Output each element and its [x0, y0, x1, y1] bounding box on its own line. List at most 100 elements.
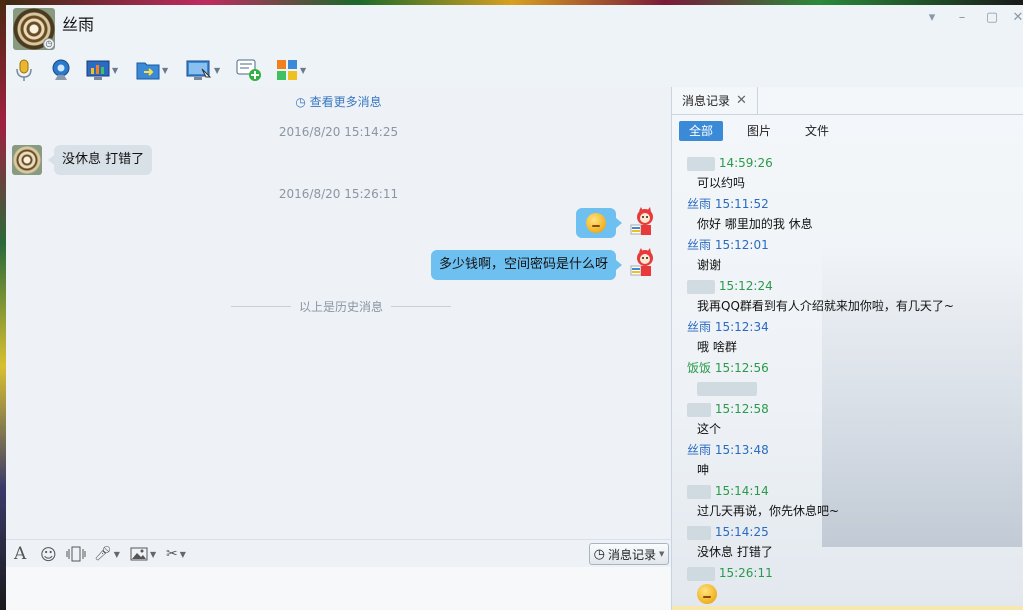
contact-name[interactable]: 丝雨 — [62, 11, 94, 35]
apps-grid-icon — [277, 60, 297, 80]
outgoing-message-bubble[interactable]: 多少钱啊，空间密码是什么呀 — [431, 250, 623, 280]
contact-avatar[interactable]: ◷ — [13, 8, 55, 50]
message-history-button[interactable]: ◷ 消息记录 ▼ — [589, 543, 669, 565]
send-file-button[interactable]: ▼ — [136, 57, 168, 83]
redacted-image — [697, 381, 757, 396]
video-call-button[interactable] — [50, 57, 72, 83]
history-entry-text: 谢谢 — [697, 258, 722, 272]
history-entry-text: 哦 啥群 — [697, 340, 737, 354]
send-image-button[interactable]: ▼ — [130, 544, 156, 564]
voice-call-button[interactable] — [14, 57, 34, 83]
divider-rule — [231, 306, 291, 307]
chat-pane[interactable]: ◷ 查看更多消息 2016/8/20 15:14:25 没休息 打错了 2016… — [6, 87, 672, 539]
screen-share-icon — [186, 60, 212, 80]
group-chat-button[interactable] — [236, 57, 262, 83]
chevron-down-icon[interactable]: ▼ — [214, 66, 220, 75]
my-avatar[interactable] — [628, 248, 658, 278]
chevron-down-icon[interactable]: ▼ — [150, 550, 156, 559]
sleepy-emoji-icon — [697, 583, 717, 604]
redacted-sender — [687, 402, 711, 417]
chevron-down-icon[interactable]: ▼ — [300, 66, 306, 75]
maximize-button[interactable]: ▢ — [983, 9, 1001, 27]
clock-icon: ◷ — [295, 95, 306, 109]
message-timestamp: 2016/8/20 15:26:11 — [278, 187, 399, 201]
microphone-icon: 🎤︎ — [94, 546, 112, 562]
history-divider: 以上是历史消息 — [231, 298, 452, 315]
chevron-down-icon[interactable]: ▼ — [180, 550, 186, 559]
chevron-down-icon[interactable]: ▼ — [114, 550, 120, 559]
history-entry-header: 15:12:24 — [672, 276, 1023, 296]
history-entry-header: 丝雨 15:11:52 — [687, 197, 769, 211]
chevron-down-icon[interactable]: ▾ — [923, 9, 941, 27]
history-entry-text: 你好 哪里加的我 休息 — [697, 217, 813, 231]
clock-icon: ◷ — [43, 38, 55, 50]
redacted-sender — [687, 484, 711, 499]
remote-assist-button[interactable]: ▼ — [86, 57, 118, 83]
smiley-icon: ☺ — [40, 544, 57, 564]
folder-icon — [136, 62, 160, 80]
chevron-down-icon[interactable]: ▼ — [162, 66, 168, 75]
cartoon-fox-avatar-icon — [630, 207, 653, 235]
apps-button[interactable]: ▼ — [276, 57, 306, 83]
history-entry-header: 饭饭 15:12:56 — [687, 361, 769, 375]
close-icon[interactable]: ✕ — [736, 93, 747, 108]
redacted-sender — [687, 525, 711, 540]
panel-bottom-strip — [672, 606, 1023, 610]
history-entry-text: 呻 — [697, 463, 710, 477]
history-filter-tabs: 全部 图片 文件 — [679, 121, 853, 141]
screenshot-button[interactable]: ✂ ▼ — [166, 544, 186, 564]
font-button[interactable]: A — [14, 544, 26, 564]
scissors-icon: ✂ — [166, 546, 178, 562]
history-entry-text: 我再QQ群看到有人介绍就来加你啦，有几天了~ — [697, 299, 954, 313]
contact-avatar-small[interactable] — [12, 145, 42, 175]
divider-rule — [391, 306, 452, 307]
minimize-button[interactable]: – — [953, 9, 971, 27]
shake-button[interactable] — [66, 544, 86, 564]
tab-message-history[interactable]: 消息记录 ✕ — [672, 87, 758, 115]
history-entry-text: 没休息 打错了 — [697, 545, 773, 559]
chevron-down-icon[interactable]: ▼ — [112, 66, 118, 75]
chat-add-icon — [236, 59, 261, 81]
webcam-icon — [52, 59, 70, 80]
history-entry-header: 丝雨 15:13:48 — [687, 443, 769, 457]
chat-window: ◷ 丝雨 ▾ – ▢ ✕ ▼ ▼ ▼ ▼ ◷ 查看更多消息 2016/8/20 … — [6, 5, 1023, 610]
cartoon-fox-avatar-icon — [630, 248, 653, 276]
history-entry-text — [672, 378, 1023, 399]
history-entry-header: 丝雨 15:12:34 — [687, 320, 769, 334]
history-entry-text: 过几天再说，你先休息吧~ — [697, 504, 840, 518]
voice-message-button[interactable]: 🎤︎ ▼ — [94, 544, 120, 564]
microphone-icon — [16, 59, 32, 81]
toolbar: ▼ ▼ ▼ ▼ — [6, 53, 1023, 87]
message-history-panel: 消息记录 ✕ 全部 图片 文件 14:59:26 可以约吗 丝雨 15:11:5… — [672, 87, 1023, 610]
vibrate-icon — [66, 546, 86, 562]
history-entry-text — [672, 583, 1023, 604]
incoming-message-bubble[interactable]: 没休息 打错了 — [47, 145, 153, 175]
history-entry-header: 15:14:25 — [672, 522, 1023, 542]
history-log[interactable]: 14:59:26 可以约吗 丝雨 15:11:52 你好 哪里加的我 休息 丝雨… — [672, 153, 1023, 604]
filter-all[interactable]: 全部 — [679, 121, 724, 141]
emoji-button[interactable]: ☺ — [40, 544, 57, 564]
image-icon — [130, 547, 148, 561]
history-entry-header: 15:12:58 — [672, 399, 1023, 419]
history-entry-header: 15:14:14 — [672, 481, 1023, 501]
monitor-chart-icon — [86, 60, 110, 80]
chevron-down-icon: ▼ — [658, 550, 665, 558]
font-icon: A — [14, 544, 27, 564]
outgoing-message-bubble[interactable] — [576, 208, 622, 238]
close-button[interactable]: ✕ — [1009, 9, 1023, 27]
redacted-sender — [687, 566, 715, 581]
message-input[interactable] — [6, 567, 672, 610]
history-entry-text: 可以约吗 — [697, 176, 746, 190]
filter-images[interactable]: 图片 — [737, 121, 781, 141]
screen-share-button[interactable]: ▼ — [186, 57, 220, 83]
history-entry-header: 丝雨 15:12:01 — [687, 238, 769, 252]
my-avatar[interactable] — [628, 207, 658, 237]
history-entry-header: 14:59:26 — [672, 153, 1023, 173]
redacted-sender — [687, 156, 715, 171]
view-more-messages-link[interactable]: ◷ 查看更多消息 — [6, 93, 671, 110]
history-entry-text: 这个 — [697, 422, 722, 436]
redacted-sender — [687, 279, 715, 294]
sleepy-emoji-icon — [586, 212, 606, 233]
input-toolbar: A ☺ 🎤︎ ▼ ▼ ✂ ▼ ◷ 消息记录 ▼ — [6, 539, 672, 568]
filter-files[interactable]: 文件 — [795, 121, 839, 141]
